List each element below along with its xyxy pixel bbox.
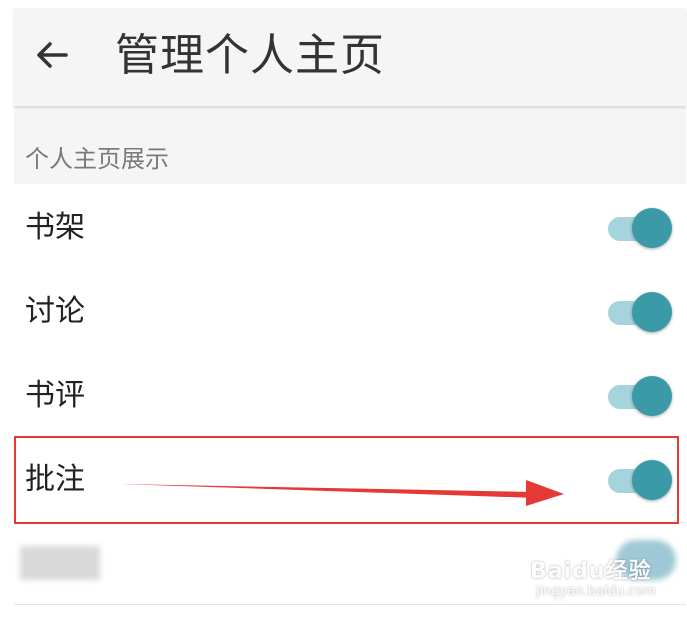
page-title: 管理个人主页 (115, 30, 385, 81)
setting-row-discussion[interactable]: 讨论 (14, 270, 686, 355)
blurred-label (20, 546, 100, 580)
discussion-toggle[interactable] (608, 292, 672, 334)
toggle-thumb (632, 292, 672, 332)
setting-label: 书评 (25, 378, 85, 413)
blurred-toggle (616, 540, 676, 580)
toggle-thumb (632, 376, 672, 416)
setting-label: 讨论 (25, 294, 85, 329)
setting-row-annotation[interactable]: 批注 (14, 438, 686, 523)
review-toggle[interactable] (608, 376, 672, 418)
setting-label: 书架 (25, 210, 85, 245)
setting-row-bookshelf[interactable]: 书架 (14, 186, 686, 271)
app-bar: 管理个人主页 (14, 8, 686, 106)
setting-row-review[interactable]: 书评 (14, 354, 686, 439)
section-header: 个人主页展示 (14, 106, 686, 184)
back-button[interactable] (32, 35, 72, 75)
setting-label: 批注 (25, 462, 85, 497)
toggle-thumb (632, 208, 672, 248)
toggle-thumb (632, 460, 672, 500)
bookshelf-toggle[interactable] (608, 208, 672, 250)
manage-profile-screen: 管理个人主页 个人主页展示 书架 讨论 书评 批注 Baidu经验 jingya… (0, 0, 687, 618)
annotation-toggle[interactable] (608, 460, 672, 502)
section-title: 个人主页展示 (25, 145, 169, 173)
arrow-left-icon (37, 42, 68, 68)
blurred-setting-row (14, 524, 686, 605)
